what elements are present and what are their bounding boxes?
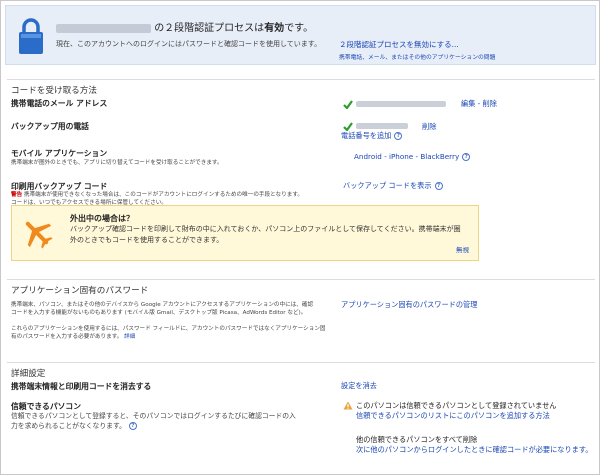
mobile-app-platform-links[interactable]: Android - iPhone - BlackBerry [354, 152, 459, 161]
details-link[interactable]: 詳細 [124, 334, 135, 340]
app-passwords-desc1-line2: コードを入力する機能がないものもあります (モバイル版 Gmail、デスクトップ… [11, 310, 307, 316]
warning-icon [343, 401, 353, 410]
disable-2sv-link[interactable]: ２段階認証プロセスを無効にする... [339, 39, 459, 50]
app-passwords-desc1-line1: 携帯端末、パソコン、またはその他のデバイスから Google アカウントにアクセ… [11, 302, 314, 308]
app-passwords-desc2-line1: これらのアプリケーションを使用するには、パスワード フィールドに、アカウントのパ… [11, 326, 326, 332]
backup-codes-desc-line1: 携帯端末が使用できなくなった場合は、このコードがアカウントにログインするための唯… [23, 192, 303, 198]
add-phone-link[interactable]: 電話番号を追加 [341, 131, 391, 140]
app-passwords-desc2-line2: 有のパスワードを入力する必要があります。 [11, 334, 123, 340]
codes-section-title: コードを受け取る方法 [11, 86, 97, 96]
app-passwords-desc1: 携帯端末、パソコン、またはその他のデバイスから Google アカウントにアクセ… [11, 301, 313, 317]
sms-edit-delete-links[interactable]: 編集 - 削除 [461, 99, 497, 109]
banner-status-line: の２段階認証プロセスは有効です。 [56, 19, 313, 34]
mobile-app-desc: 携帯端末が圏外のときでも、アプリに切り替えてコードを受け取ることができます。 [11, 160, 223, 166]
trusted-computers-desc-line1: 信頼できるパソコンとして登録すると、そのパソコンではログインするたびに確認コード… [11, 412, 296, 420]
travel-tip-box: 外出中の場合は？ バックアップ確認コードを印刷して財布の中に入れておくか、パソコ… [11, 205, 479, 261]
mobile-app-label: モバイル アプリケーション [11, 149, 108, 158]
disable-2sv-sub-link[interactable]: 携帯電話、メール、またはその他のアプリケーションの問題 [339, 52, 495, 61]
sms-label: 携帯電話のメール アドレス [11, 99, 108, 108]
app-passwords-desc2: これらのアプリケーションを使用するには、パスワード フィールドに、アカウントのパ… [11, 325, 326, 341]
warning-label: 警告 [11, 192, 23, 198]
clear-settings-link[interactable]: 設定を消去 [341, 381, 377, 391]
banner-description: 現在、このアカウントへのログインにはパスワードと確認コードを使用しています。 [56, 40, 322, 48]
status-text-after: です。 [284, 23, 314, 34]
remove-trusted-text: 他の信頼できるパソコンをすべて削除 [356, 435, 478, 444]
check-icon [343, 100, 353, 109]
advanced-section-title: 詳細設定 [11, 369, 46, 379]
backup-phone-redacted [356, 123, 408, 129]
travel-tip-title: 外出中の場合は？ [70, 214, 134, 223]
help-icon[interactable]: ? [394, 132, 403, 140]
trusted-computers-desc: 信頼できるパソコンとして登録すると、そのパソコンではログインするたびに確認コード… [11, 411, 296, 431]
sms-email-redacted [356, 101, 446, 107]
settings-page: の２段階認証プロセスは有効です。 現在、このアカウントへのログインにはパスワード… [0, 0, 600, 475]
not-trusted-text: このパソコンは信頼できるパソコンとして登録されていません [356, 401, 557, 410]
status-text-bold: 有効 [264, 23, 285, 34]
manage-app-passwords-link[interactable]: アプリケーション固有のパスワードの管理 [341, 300, 477, 310]
add-trusted-computer-link[interactable]: 信頼できるパソコンのリストにこのパソコンを追加する方法 [356, 411, 550, 421]
travel-tip-text-line1: バックアップ確認コードを印刷して財布の中に入れておくか、パソコン上のファイルとし… [70, 225, 461, 233]
backup-phone-delete-link[interactable]: 削除 [422, 122, 436, 132]
clear-info-label: 携帯端末情報と印刷用コードを消去する [11, 382, 152, 391]
divider [7, 362, 595, 363]
status-banner: の２段階認証プロセスは有効です。 現在、このアカウントへのログインにはパスワード… [5, 5, 596, 65]
divider [7, 79, 595, 80]
help-icon[interactable]: ? [434, 182, 443, 190]
travel-tip-ignore-link[interactable]: 無視 [456, 244, 469, 254]
check-icon [343, 122, 353, 131]
trusted-computers-desc-line2: 力を求められることがなくなります。 [11, 422, 126, 430]
airplane-icon [25, 221, 53, 249]
remove-trusted-link[interactable]: 次に他のパソコンからログインしたときに確認コードが必要になります。 [356, 445, 592, 455]
backup-phone-label: バックアップ用の電話 [11, 122, 89, 131]
lock-icon [19, 18, 43, 54]
travel-tip-text-line2: 外のときでもコードを使用することができます。 [70, 236, 224, 244]
help-icon[interactable]: ? [128, 422, 137, 430]
status-text-before: の２段階認証プロセスは [154, 23, 265, 34]
help-icon[interactable]: ? [462, 153, 471, 161]
app-passwords-section-title: アプリケーション固有のパスワード [11, 286, 149, 296]
show-backup-codes-link[interactable]: バックアップ コードを表示 [343, 181, 432, 190]
account-email-redacted [56, 23, 151, 33]
divider [7, 279, 595, 280]
